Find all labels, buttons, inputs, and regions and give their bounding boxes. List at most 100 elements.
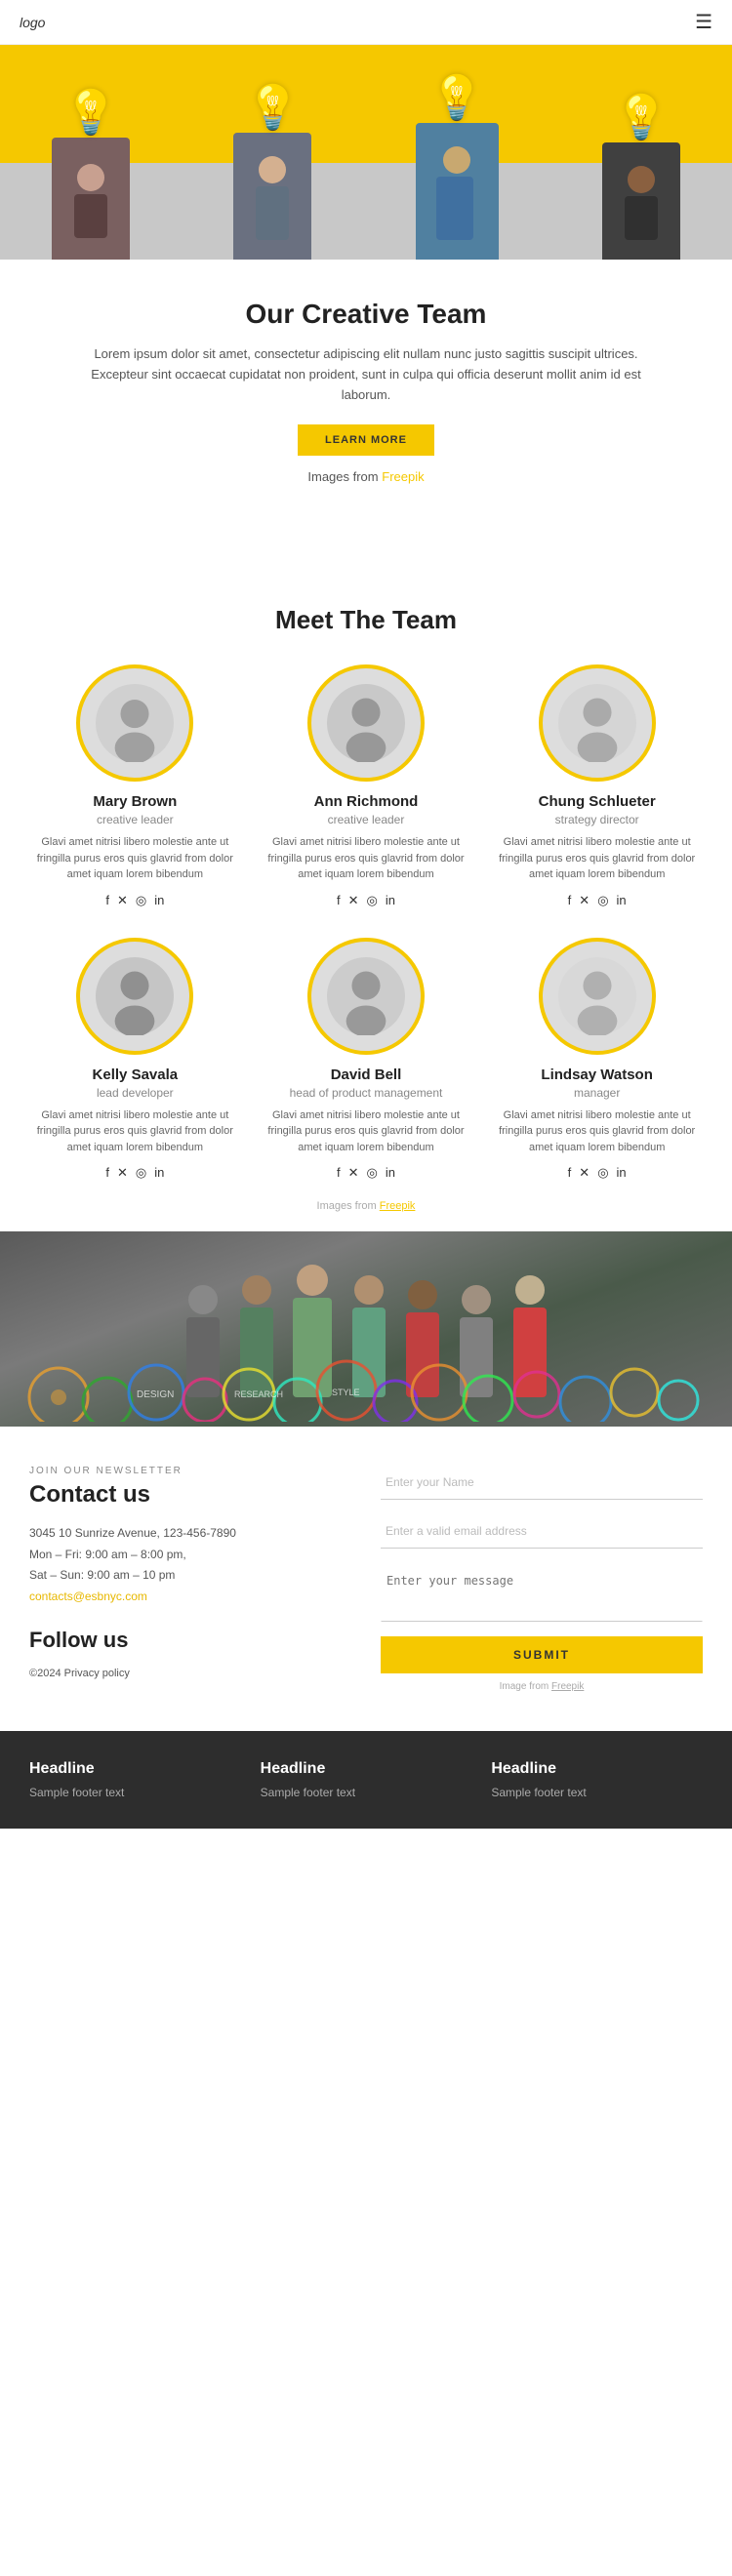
hero-person-2: 💡 xyxy=(233,82,311,260)
footer-col-3: Headline Sample footer text xyxy=(491,1760,703,1799)
member-role-5: manager xyxy=(574,1086,620,1100)
hero-person-4: 💡 xyxy=(602,92,680,260)
member-bio-5: Glavi amet nitrisi libero molestie ante … xyxy=(491,1107,703,1156)
member-photo-5 xyxy=(539,938,656,1055)
creative-team-title: Our Creative Team xyxy=(78,299,654,330)
member-role-4: head of product management xyxy=(290,1086,443,1100)
contact-hours2: Sat – Sun: 9:00 am – 10 pm xyxy=(29,1565,351,1587)
team-member-0: Mary Brown creative leader Glavi amet ni… xyxy=(29,664,241,908)
member-avatar-3 xyxy=(96,957,174,1035)
person-svg-3 xyxy=(430,142,484,240)
social-twitter-2[interactable]: ✕ xyxy=(579,893,590,908)
person-svg-1 xyxy=(66,160,115,238)
member-name-5: Lindsay Watson xyxy=(541,1067,652,1083)
social-twitter-0[interactable]: ✕ xyxy=(117,893,128,908)
member-bio-0: Glavi amet nitrisi libero molestie ante … xyxy=(29,834,241,883)
social-linkedin-4[interactable]: in xyxy=(386,1165,395,1181)
team-member-4: David Bell head of product management Gl… xyxy=(261,938,472,1182)
creative-team-description: Lorem ipsum dolor sit amet, consectetur … xyxy=(78,344,654,405)
person-svg-4 xyxy=(617,162,666,240)
freepik-link-1[interactable]: Freepik xyxy=(382,469,424,484)
hamburger-menu[interactable]: ☰ xyxy=(695,10,712,34)
social-instagram-3[interactable]: ◎ xyxy=(136,1165,146,1181)
member-photo-3 xyxy=(76,938,193,1055)
site-footer: Headline Sample footer text Headline Sam… xyxy=(0,1731,732,1829)
person-svg-2 xyxy=(248,152,297,240)
social-twitter-4[interactable]: ✕ xyxy=(348,1165,359,1181)
freepik-link-3[interactable]: Freepik xyxy=(551,1681,584,1692)
svg-text:RESEARCH: RESEARCH xyxy=(234,1389,283,1399)
contact-right: SUBMIT Image from Freepik xyxy=(381,1466,703,1692)
social-twitter-1[interactable]: ✕ xyxy=(348,893,359,908)
member-bio-3: Glavi amet nitrisi libero molestie ante … xyxy=(29,1107,241,1156)
social-linkedin-0[interactable]: in xyxy=(154,893,164,908)
contact-section: JOIN OUR NEWSLETTER Contact us 3045 10 S… xyxy=(0,1427,732,1731)
social-instagram-5[interactable]: ◎ xyxy=(597,1165,608,1181)
social-linkedin-3[interactable]: in xyxy=(154,1165,164,1181)
freepik-link-2[interactable]: Freepik xyxy=(380,1200,416,1212)
member-name-0: Mary Brown xyxy=(93,793,177,810)
social-twitter-3[interactable]: ✕ xyxy=(117,1165,128,1181)
creative-team-section: Our Creative Team Lorem ipsum dolor sit … xyxy=(0,260,732,527)
hero-person-3: 💡 xyxy=(416,72,499,260)
member-role-3: lead developer xyxy=(97,1086,174,1100)
hero-person-1: 💡 xyxy=(52,87,130,260)
contact-address: 3045 10 Sunrize Avenue, 123-456-7890 xyxy=(29,1523,351,1545)
contact-title: Contact us xyxy=(29,1481,351,1509)
social-facebook-4[interactable]: f xyxy=(337,1165,341,1181)
social-instagram-2[interactable]: ◎ xyxy=(597,893,608,908)
hero-people-row: 💡 💡 💡 xyxy=(0,72,732,260)
social-facebook-2[interactable]: f xyxy=(568,893,572,908)
social-instagram-4[interactable]: ◎ xyxy=(367,1165,378,1181)
member-role-1: creative leader xyxy=(328,813,405,826)
footer-col-2: Headline Sample footer text xyxy=(261,1760,472,1799)
follow-title: Follow us xyxy=(29,1628,351,1653)
name-input[interactable] xyxy=(381,1466,703,1500)
member-name-4: David Bell xyxy=(331,1067,402,1083)
social-linkedin-1[interactable]: in xyxy=(386,893,395,908)
social-linkedin-2[interactable]: in xyxy=(617,893,627,908)
contact-email: contacts@esbnyc.com xyxy=(29,1587,351,1608)
message-input[interactable] xyxy=(381,1563,703,1622)
member-social-3: f ✕ ◎ in xyxy=(105,1165,164,1181)
svg-text:DESIGN: DESIGN xyxy=(137,1389,174,1400)
team-credit: Images from Freepik xyxy=(29,1200,703,1212)
contact-left: JOIN OUR NEWSLETTER Contact us 3045 10 S… xyxy=(29,1466,351,1692)
footer-headline-2: Headline xyxy=(261,1760,472,1778)
social-twitter-5[interactable]: ✕ xyxy=(579,1165,590,1181)
logo: logo xyxy=(20,15,45,30)
social-facebook-5[interactable]: f xyxy=(568,1165,572,1181)
team-member-3: Kelly Savala lead developer Glavi amet n… xyxy=(29,938,241,1182)
social-facebook-1[interactable]: f xyxy=(337,893,341,908)
team-member-5: Lindsay Watson manager Glavi amet nitris… xyxy=(491,938,703,1182)
hero-credit: Images from Freepik xyxy=(78,467,654,488)
contact-hours1: Mon – Fri: 9:00 am – 8:00 pm, xyxy=(29,1545,351,1566)
member-social-2: f ✕ ◎ in xyxy=(568,893,627,908)
bulb-icon-2: 💡 xyxy=(246,82,300,133)
form-credit: Image from Freepik xyxy=(381,1681,703,1692)
footer-text-1: Sample footer text xyxy=(29,1786,241,1799)
meet-team-section: Meet The Team Mary Brown creative leader… xyxy=(0,556,732,1231)
social-instagram-1[interactable]: ◎ xyxy=(367,893,378,908)
member-photo-0 xyxy=(76,664,193,782)
member-role-0: creative leader xyxy=(97,813,174,826)
team-grid: Mary Brown creative leader Glavi amet ni… xyxy=(29,664,703,1181)
social-instagram-0[interactable]: ◎ xyxy=(136,893,146,908)
email-input[interactable] xyxy=(381,1514,703,1549)
hero-section: 💡 💡 💡 xyxy=(0,45,732,260)
member-role-2: strategy director xyxy=(555,813,639,826)
team-member-1: Ann Richmond creative leader Glavi amet … xyxy=(261,664,472,908)
learn-more-button[interactable]: LEARN MORE xyxy=(298,424,434,456)
bulb-icon-3: 💡 xyxy=(430,72,484,123)
footer-col-1: Headline Sample footer text xyxy=(29,1760,241,1799)
newsletter-label: JOIN OUR NEWSLETTER xyxy=(29,1466,351,1476)
member-social-4: f ✕ ◎ in xyxy=(337,1165,395,1181)
social-facebook-0[interactable]: f xyxy=(105,893,109,908)
footer-text-2: Sample footer text xyxy=(261,1786,472,1799)
social-facebook-3[interactable]: f xyxy=(105,1165,109,1181)
meet-team-title: Meet The Team xyxy=(29,605,703,635)
copyright: ©2024 Privacy policy xyxy=(29,1668,351,1679)
submit-button[interactable]: SUBMIT xyxy=(381,1636,703,1673)
social-linkedin-5[interactable]: in xyxy=(617,1165,627,1181)
person-silhouette-3 xyxy=(416,123,499,260)
